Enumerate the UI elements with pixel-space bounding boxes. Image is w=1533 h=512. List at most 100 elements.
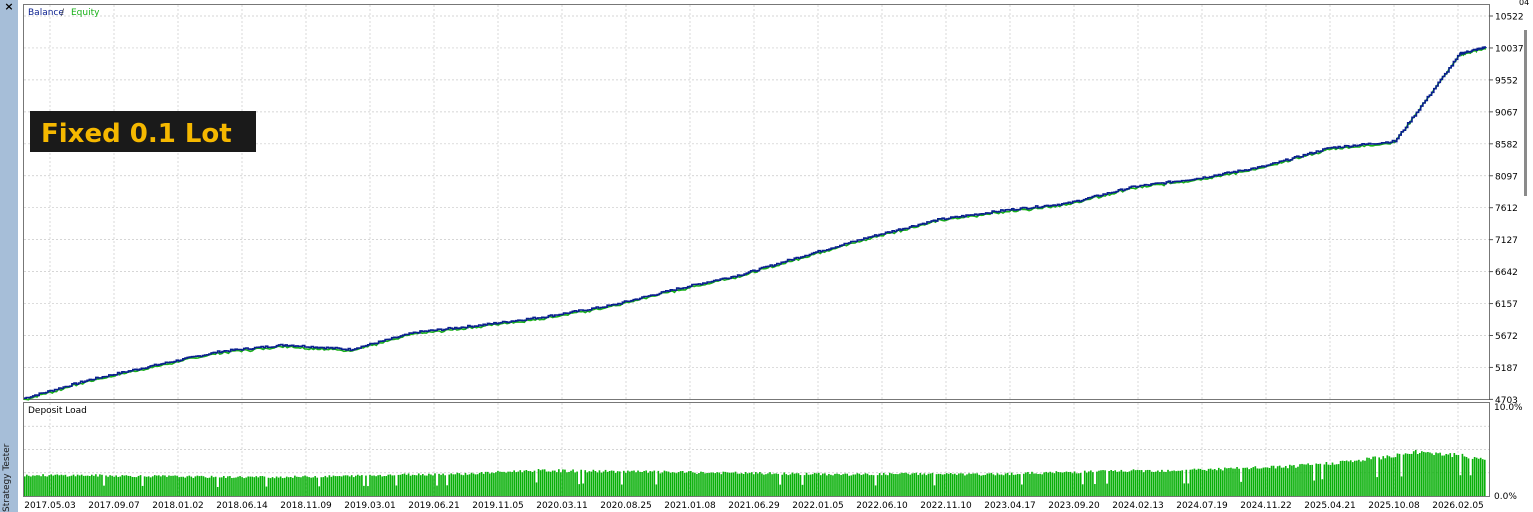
deposit-load-bar (62, 475, 65, 496)
deposit-load-bar (101, 474, 103, 496)
deposit-load-bar (933, 485, 936, 496)
deposit-load-bar (1349, 460, 1352, 496)
deposit-load-bar (1220, 469, 1222, 496)
deposit-load-bar (1118, 471, 1121, 496)
y-tick-label: 0.0% (1494, 492, 1517, 502)
deposit-load-bar (822, 473, 824, 496)
deposit-load-bar (391, 475, 394, 496)
deposit-load-bar (535, 482, 538, 496)
deposit-load-bar (176, 475, 178, 496)
deposit-load-bar (407, 473, 410, 496)
x-tick-label: 2018.06.14 (216, 501, 268, 511)
deposit-load-bar (426, 475, 428, 496)
deposit-load-bar (895, 474, 897, 496)
deposit-load-bar (409, 475, 412, 496)
deposit-load-bar (1037, 473, 1039, 496)
deposit-load-bar (158, 475, 160, 496)
deposit-load-bar (819, 475, 822, 496)
deposit-load-bar (1437, 453, 1439, 496)
deposit-load-bar (732, 472, 735, 496)
deposit-load-bar (1232, 468, 1234, 496)
deposit-load-bar (1018, 474, 1021, 496)
deposit-load-bar (76, 474, 79, 496)
deposit-load-bar (852, 474, 855, 496)
deposit-load-bar (1205, 470, 1208, 496)
deposit-load-bar (255, 476, 258, 496)
deposit-load-bar (1055, 471, 1058, 496)
deposit-load-bar (1148, 469, 1151, 496)
deposit-load-bar (980, 475, 983, 496)
deposit-load-bar (870, 474, 873, 496)
deposit-load-bar (1388, 456, 1391, 496)
deposit-load-bar (200, 475, 203, 496)
deposit-load-bar (143, 476, 146, 496)
deposit-load-bar (596, 472, 599, 496)
deposit-load-bar (996, 473, 999, 496)
deposit-load-bar (411, 474, 414, 496)
deposit-load-bar (275, 476, 278, 496)
deposit-load-bar (1043, 472, 1045, 496)
deposit-load-bar (208, 477, 211, 496)
deposit-load-bar (133, 477, 136, 496)
deposit-load-bar (1475, 457, 1478, 496)
deposit-load-bar (1102, 470, 1104, 496)
deposit-load-bar (182, 476, 184, 496)
x-tick-label: 2026.02.05 (1432, 501, 1484, 511)
deposit-load-bar (338, 475, 341, 496)
deposit-load-bar (911, 473, 913, 496)
deposit-load-bar (403, 473, 406, 496)
deposit-load-bar (1136, 469, 1139, 496)
deposit-load-bar (1293, 465, 1295, 496)
deposit-load-bar (1246, 467, 1249, 496)
deposit-load-bar (625, 472, 627, 496)
deposit-load-bar (543, 469, 546, 496)
deposit-load-bar (978, 474, 980, 496)
deposit-load-bar (135, 477, 138, 496)
deposit-load-bar (1191, 469, 1194, 496)
deposit-load-bar (901, 472, 903, 496)
deposit-load-bar (450, 473, 453, 496)
balance-y-axis: 10522 10037 9552 9067 8582 8097 7612 7127 6642 61… (1489, 13, 1524, 406)
deposit-load-bar (1100, 470, 1102, 496)
deposit-load-bar (746, 473, 749, 496)
deposit-load-bar (430, 474, 432, 496)
deposit-load-bar (817, 472, 820, 496)
deposit-load-bar (1128, 471, 1131, 496)
deposit-load-bar (1228, 468, 1230, 496)
deposit-load-bar (1368, 457, 1370, 496)
deposit-load-bar (377, 475, 379, 496)
deposit-load-bar (907, 473, 909, 496)
deposit-load-bar (464, 472, 467, 496)
deposit-load-bar (600, 472, 603, 496)
deposit-load-bar (523, 470, 526, 496)
deposit-load-bar (919, 473, 922, 496)
vertical-scrollbar[interactable] (1524, 30, 1527, 196)
deposit-load-bar (448, 474, 451, 496)
deposit-load-bar (454, 474, 457, 496)
deposit-load-bar (1016, 473, 1019, 496)
deposit-load-bar (1447, 454, 1450, 496)
deposit-load-bar (28, 475, 30, 496)
deposit-load-bar (710, 472, 712, 496)
deposit-load-bar (1467, 458, 1470, 496)
deposit-load-bar (1250, 468, 1253, 496)
x-tick-label: 2023.09.20 (1048, 501, 1100, 511)
deposit-load-bar (848, 475, 851, 496)
deposit-load-bar (367, 486, 369, 496)
deposit-load-bar (1421, 451, 1423, 496)
deposit-load-bar (1260, 468, 1263, 496)
deposit-load-bar (1029, 473, 1031, 496)
deposit-load-bar (724, 471, 727, 496)
deposit-load-bar (452, 474, 455, 496)
y-tick-label: 5672 (1495, 332, 1518, 342)
deposit-load-bar (588, 471, 591, 496)
deposit-load-bar (1108, 471, 1110, 496)
deposit-load-bar (509, 471, 511, 496)
deposit-load-bar (602, 471, 605, 496)
deposit-load-bar (444, 475, 446, 496)
deposit-load-bar (1090, 470, 1092, 496)
deposit-load-bar (623, 470, 625, 496)
deposit-load-bar (1252, 467, 1255, 496)
deposit-load-bar (493, 473, 495, 496)
deposit-load-bar (813, 472, 816, 496)
